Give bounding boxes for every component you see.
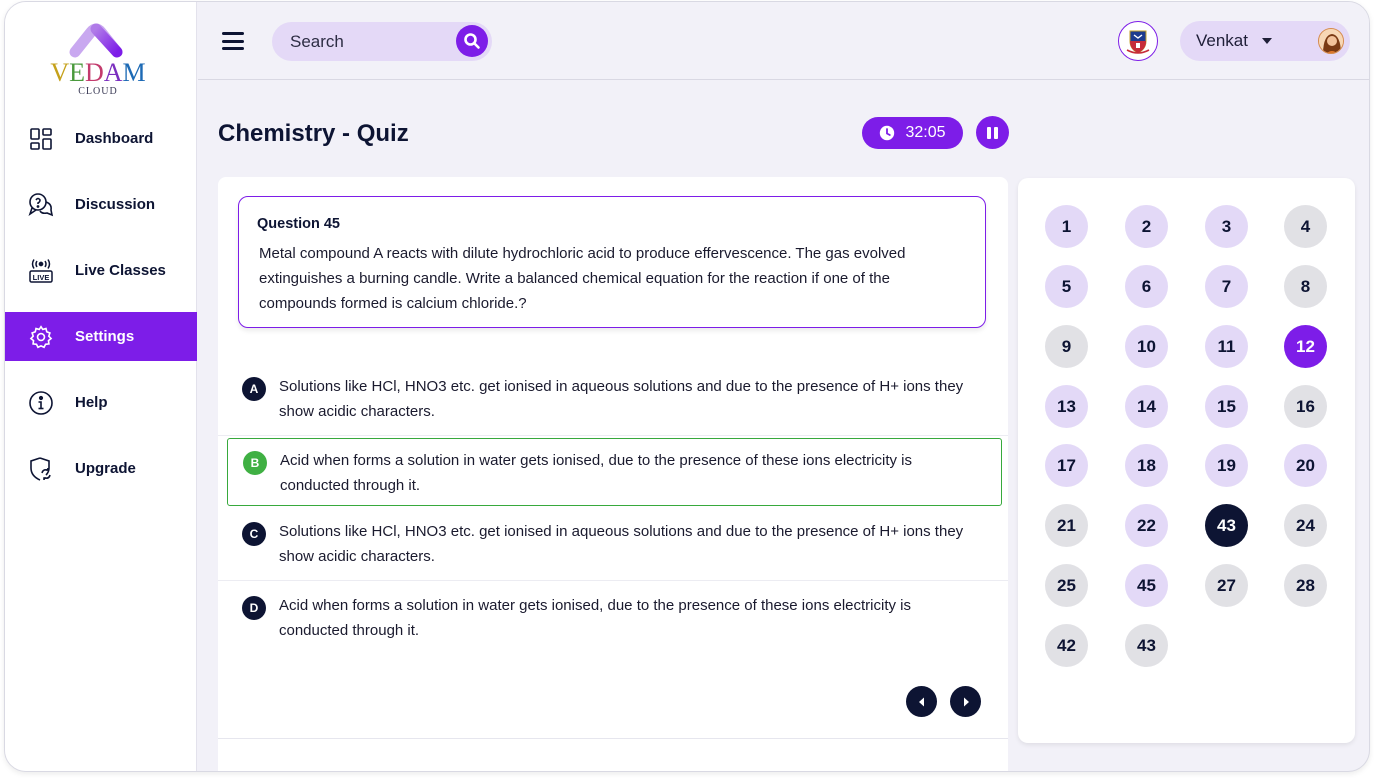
- question-text: Metal compound A reacts with dilute hydr…: [259, 245, 906, 312]
- option-text: Solutions like HCl, HNO3 etc. get ionise…: [279, 523, 964, 565]
- info-icon: [27, 389, 55, 417]
- sidebar-item-label: Live Classes: [75, 262, 166, 279]
- question-number-button[interactable]: 21: [1045, 504, 1088, 547]
- vedam-logo[interactable]: VEDAM CLOUD: [43, 22, 153, 102]
- pause-icon: [987, 126, 991, 139]
- question-number-button[interactable]: 12: [1284, 325, 1327, 368]
- page-title: Chemistry - Quiz: [218, 120, 409, 147]
- sidebar-item-label: Help: [75, 394, 108, 411]
- logo-mark-icon: [69, 23, 123, 58]
- question-number-button[interactable]: 15: [1205, 385, 1248, 428]
- option-a[interactable]: A Solutions like HCl, HNO3 etc. get ioni…: [218, 363, 1008, 436]
- option-c[interactable]: C Solutions like HCl, HNO3 etc. get ioni…: [218, 508, 1008, 581]
- menu-icon[interactable]: [222, 32, 244, 50]
- question-number-button[interactable]: 6: [1125, 265, 1168, 308]
- question-number-button[interactable]: 1: [1045, 205, 1088, 248]
- question-number-button[interactable]: 2: [1125, 205, 1168, 248]
- sidebar-item-live-classes[interactable]: LIVE Live Classes: [5, 246, 197, 295]
- question-grid-panel: 1 2 3 4 5 6 7 8 9 10 11 12 13 14 15 16 17 18 19 20 21 22 43 24 2…: [1018, 178, 1355, 743]
- discussion-icon: [27, 191, 55, 219]
- question-number: Question 45: [257, 216, 340, 232]
- question-number-button[interactable]: 25: [1045, 564, 1088, 607]
- timer-value: 32:05: [905, 124, 946, 141]
- previous-button[interactable]: [906, 686, 937, 717]
- institution-crest[interactable]: [1118, 21, 1158, 61]
- option-letter: C: [242, 522, 266, 546]
- question-number-button[interactable]: 9: [1045, 325, 1088, 368]
- logo-wordmark: VEDAM: [50, 58, 146, 87]
- question-number-button[interactable]: 17: [1045, 444, 1088, 487]
- question-number-button[interactable]: 28: [1284, 564, 1327, 607]
- question-number-button[interactable]: 24: [1284, 504, 1327, 547]
- pause-button[interactable]: [976, 116, 1009, 149]
- question-number-button[interactable]: 7: [1205, 265, 1248, 308]
- question-number-button[interactable]: 45: [1125, 564, 1168, 607]
- question-number-button[interactable]: 11: [1205, 325, 1248, 368]
- clock-icon: [880, 125, 895, 141]
- search-input[interactable]: [290, 22, 450, 61]
- option-text: Acid when forms a solution in water gets…: [280, 452, 912, 494]
- quiz-timer[interactable]: 32:05: [862, 117, 963, 149]
- question-number-button[interactable]: 10: [1125, 325, 1168, 368]
- option-text: Acid when forms a solution in water gets…: [279, 597, 911, 639]
- sidebar-item-upgrade[interactable]: Upgrade: [5, 444, 197, 493]
- question-number-button[interactable]: 16: [1284, 385, 1327, 428]
- search-bar: [272, 22, 492, 61]
- question-card: Question 45 Metal compound A reacts with…: [238, 196, 986, 328]
- sidebar-item-settings[interactable]: Settings: [5, 312, 197, 361]
- option-b[interactable]: B Acid when forms a solution in water ge…: [227, 438, 1002, 506]
- search-button[interactable]: [456, 25, 488, 57]
- svg-text:LIVE: LIVE: [33, 273, 50, 282]
- question-number-button[interactable]: 43: [1125, 624, 1168, 667]
- sidebar-item-label: Dashboard: [75, 130, 154, 147]
- question-number-button[interactable]: 20: [1284, 444, 1327, 487]
- question-number-button[interactable]: 13: [1045, 385, 1088, 428]
- question-number-button[interactable]: 18: [1125, 444, 1168, 487]
- option-letter: A: [242, 377, 266, 401]
- top-bar: Venkat: [198, 2, 1369, 80]
- app-window: VEDAM CLOUD Dashboard Discussion LIVE Li…: [4, 1, 1370, 772]
- next-button[interactable]: [950, 686, 981, 717]
- question-number-button[interactable]: 27: [1205, 564, 1248, 607]
- option-text: Solutions like HCl, HNO3 etc. get ionise…: [279, 378, 964, 420]
- gear-icon: [27, 323, 55, 351]
- sidebar-item-dashboard[interactable]: Dashboard: [5, 114, 197, 163]
- question-panel: Question 45 Metal compound A reacts with…: [218, 177, 1008, 771]
- question-number-button[interactable]: 8: [1284, 265, 1327, 308]
- question-number-button[interactable]: 22: [1125, 504, 1168, 547]
- sidebar-item-label: Settings: [75, 328, 135, 345]
- avatar: [1318, 28, 1344, 54]
- sidebar-item-help[interactable]: Help: [5, 378, 197, 427]
- upgrade-icon: [27, 455, 55, 483]
- panel-divider: [218, 738, 1008, 739]
- question-number-button[interactable]: 5: [1045, 265, 1088, 308]
- question-number-button[interactable]: 3: [1205, 205, 1248, 248]
- logo-subtitle: CLOUD: [78, 86, 118, 97]
- sidebar: VEDAM CLOUD Dashboard Discussion LIVE Li…: [5, 2, 197, 771]
- sidebar-nav: Dashboard Discussion LIVE Live Classes S…: [5, 114, 197, 510]
- crest-icon: [1126, 30, 1150, 54]
- option-d[interactable]: D Acid when forms a solution in water ge…: [218, 582, 1008, 652]
- question-number-button[interactable]: 19: [1205, 444, 1248, 487]
- question-number-button[interactable]: 4: [1284, 205, 1327, 248]
- question-number-button[interactable]: 42: [1045, 624, 1088, 667]
- question-number-button[interactable]: 14: [1125, 385, 1168, 428]
- live-icon: LIVE: [27, 257, 55, 285]
- option-letter: D: [242, 596, 266, 620]
- option-letter: B: [243, 451, 267, 475]
- sidebar-item-label: Upgrade: [75, 460, 136, 477]
- search-icon: [464, 33, 480, 49]
- chevron-left-icon: [918, 697, 924, 706]
- chevron-right-icon: [963, 697, 969, 706]
- chevron-down-icon: [1262, 38, 1272, 44]
- question-number-button[interactable]: 43: [1205, 504, 1248, 547]
- dashboard-icon: [27, 125, 55, 153]
- sidebar-item-label: Discussion: [75, 196, 156, 213]
- user-menu[interactable]: Venkat: [1180, 21, 1350, 61]
- user-name: Venkat: [1196, 31, 1248, 50]
- sidebar-item-discussion[interactable]: Discussion: [5, 180, 197, 229]
